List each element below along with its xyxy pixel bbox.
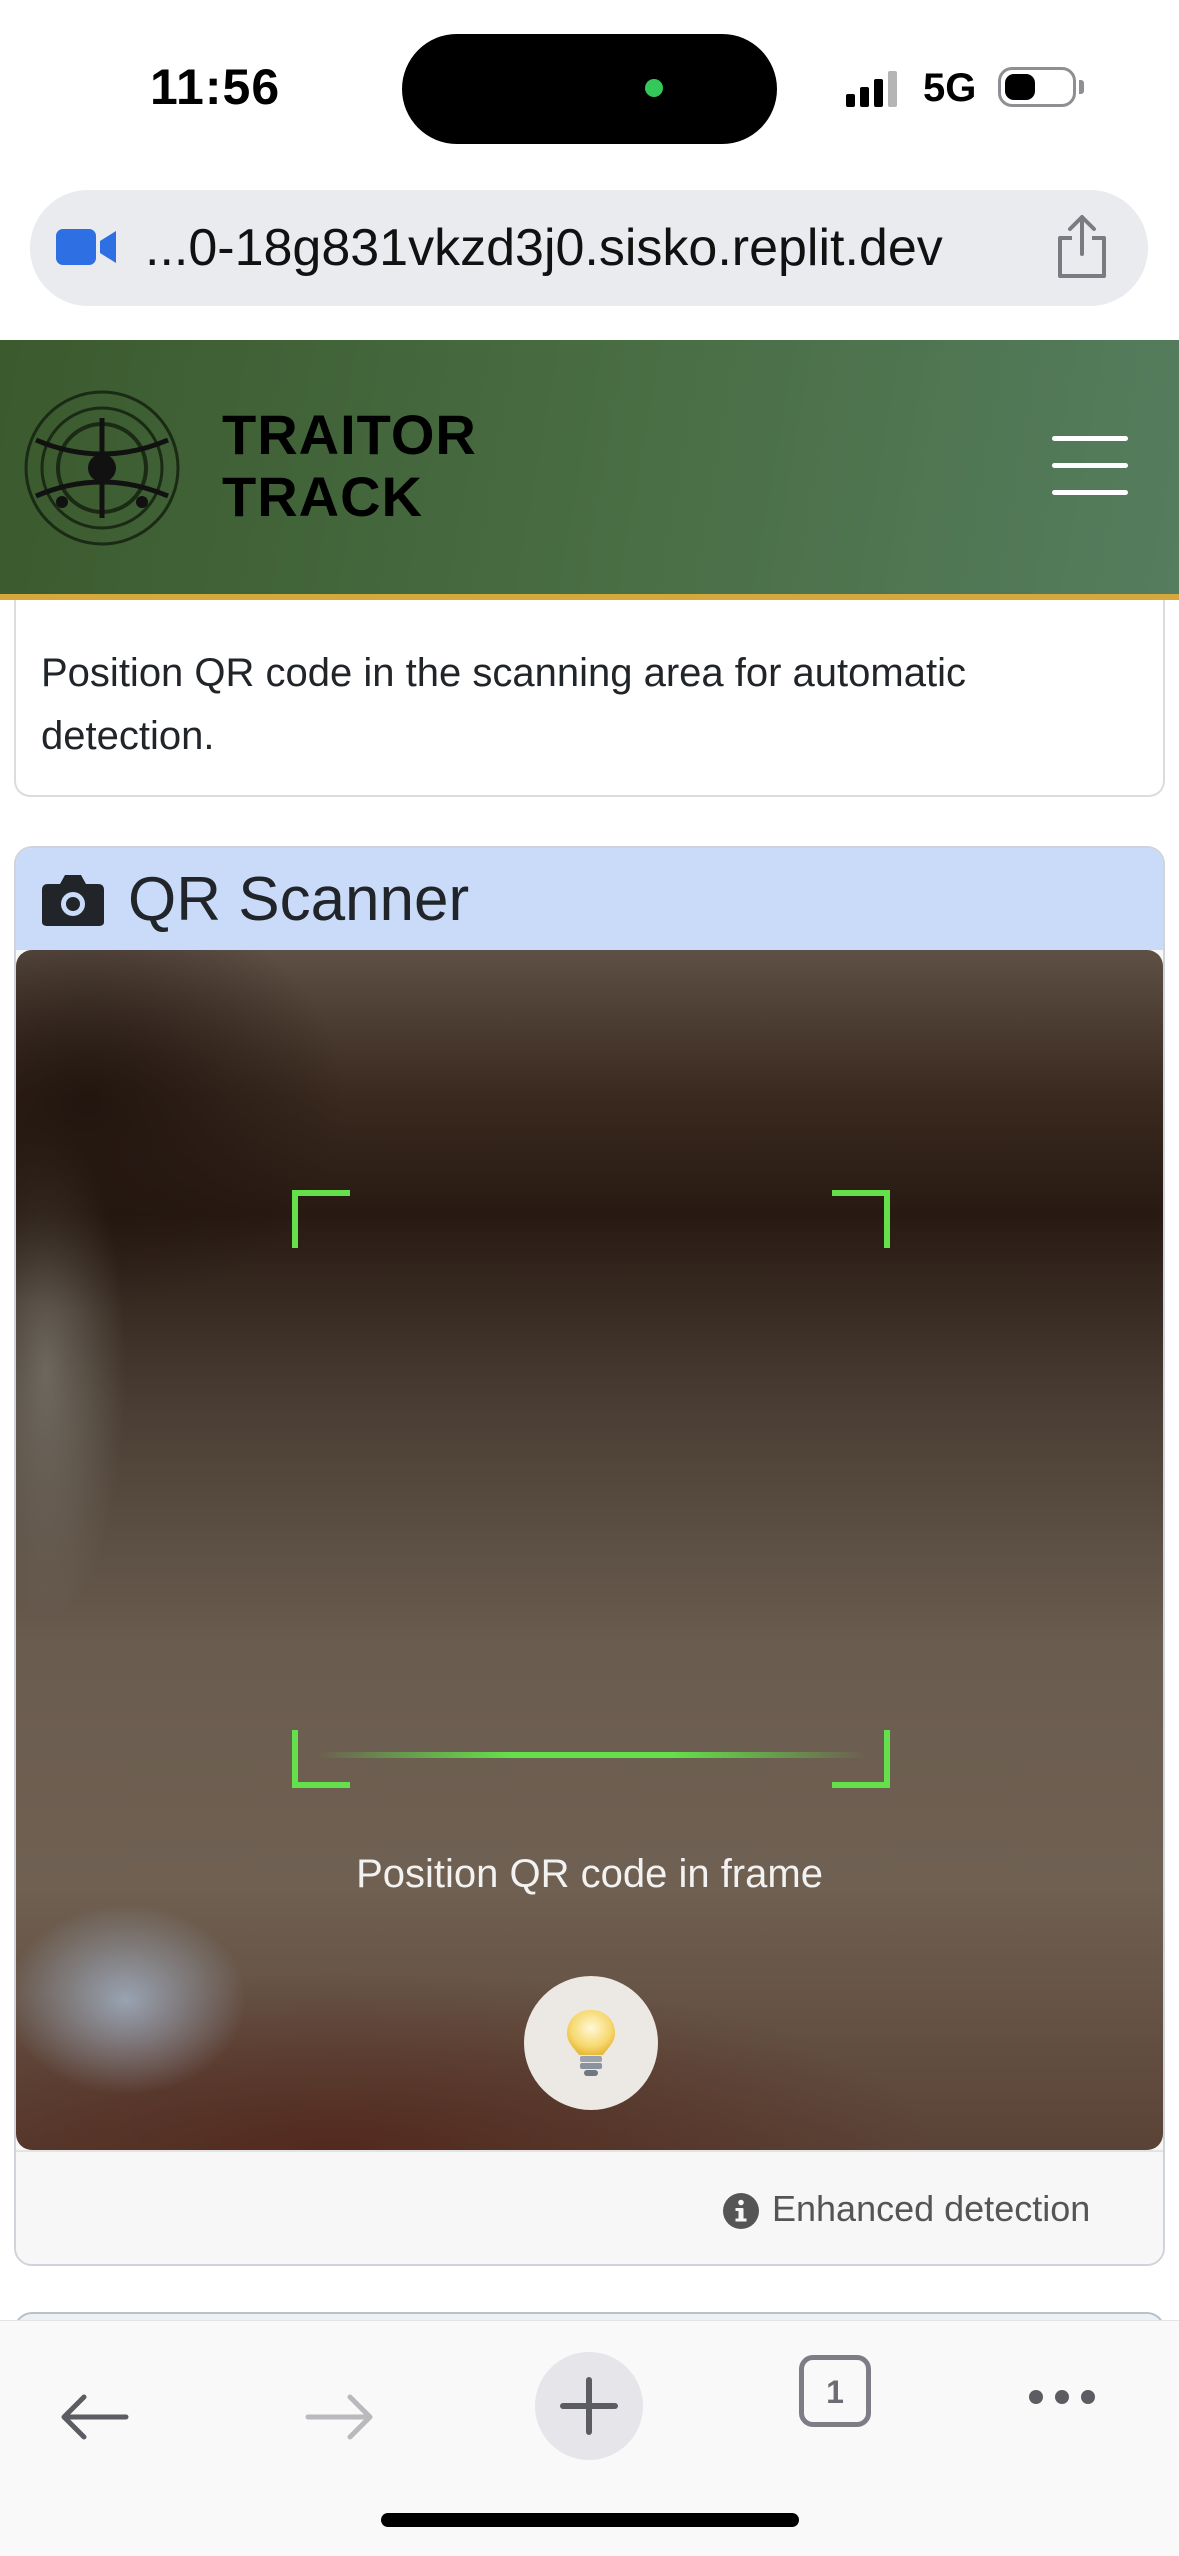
scan-frame-corner-bottom-left [292,1730,350,1788]
battery-level [1005,74,1035,100]
network-type: 5G [923,66,977,110]
dynamic-island [402,34,777,144]
brand-line-2: TRACK [222,465,423,528]
scan-frame-corner-top-right [832,1190,890,1248]
battery-icon [998,67,1076,107]
share-icon[interactable] [1052,214,1112,280]
more-options-icon[interactable] [1026,2385,1098,2409]
flashlight-toggle-button[interactable] [524,1976,658,2110]
scan-frame-corner-top-left [292,1190,350,1248]
lightbulb-icon [567,2010,615,2076]
url-text: ...0-18g831vkzd3j0.sisko.replit.dev [145,219,943,277]
crosshair-logo-icon[interactable] [22,388,182,548]
scan-frame-corner-bottom-right [832,1730,890,1788]
status-bar: 11:56 5G [0,0,1179,175]
video-camera-icon [56,229,116,265]
brand-line-1: TRAITOR [222,403,477,466]
app-header: TRAITOR TRACK [0,340,1179,600]
instruction-text: Position QR code in the scanning area fo… [41,651,966,758]
forward-arrow-icon[interactable] [304,2391,376,2443]
cellular-signal-icon [846,71,897,107]
home-indicator[interactable] [381,2513,799,2527]
address-bar[interactable]: ...0-18g831vkzd3j0.sisko.replit.dev [30,190,1148,306]
tab-count: 1 [826,2374,844,2410]
camera-icon [42,875,104,926]
hamburger-menu-icon[interactable] [1052,436,1128,500]
scanner-card-footer: Enhanced detection [16,2150,1163,2264]
back-arrow-icon[interactable] [58,2391,130,2443]
enhanced-detection-label: Enhanced detection [772,2188,1091,2229]
plus-icon [560,2377,618,2435]
brand-name[interactable]: TRAITOR TRACK [222,404,477,528]
battery-nub [1079,80,1084,94]
info-circle-icon [723,2193,759,2229]
scanner-title: QR Scanner [128,865,470,934]
tabs-button[interactable]: 1 [799,2355,871,2427]
instruction-card: Position QR code in the scanning area fo… [14,600,1165,797]
camera-indicator-dot [645,79,663,97]
status-time: 11:56 [150,59,281,115]
camera-viewport[interactable]: Position QR code in frame [16,950,1163,2150]
qr-scanner-card: QR Scanner Position QR code in frame Enh… [14,846,1165,2266]
scanner-card-header: QR Scanner [16,848,1163,950]
scan-line [316,1752,866,1758]
new-tab-button[interactable] [535,2352,643,2460]
frame-hint-text: Position QR code in frame [356,1852,823,1896]
